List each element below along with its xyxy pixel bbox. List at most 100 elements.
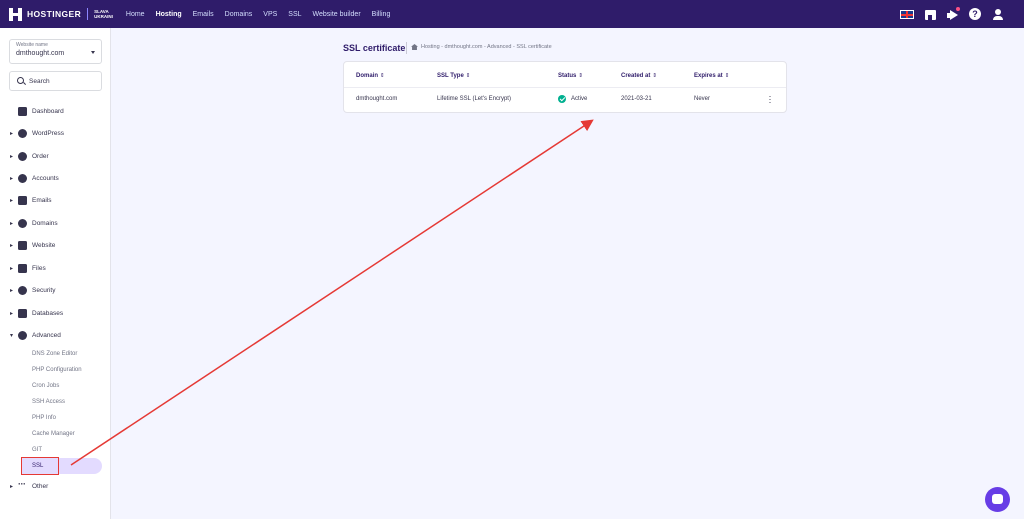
breadcrumb: Hosting - dmthought.com - Advanced - SSL… <box>411 44 552 50</box>
sidebar: Website name dmthought.com Search Dashbo… <box>0 28 111 519</box>
chevron-right-icon: ▸ <box>10 242 14 249</box>
sidebar-item-databases[interactable]: ▸ Databases <box>0 305 111 321</box>
sort-icon: ⇕ <box>465 73 471 79</box>
nav-ssl[interactable]: SSL <box>288 11 301 18</box>
chevron-right-icon: ▸ <box>10 310 14 317</box>
cell-status: Active <box>571 96 588 102</box>
cell-created-at: 2021-03-21 <box>621 96 652 102</box>
logo-divider <box>87 8 89 20</box>
gear-icon <box>18 330 27 340</box>
sort-icon: ⇕ <box>724 73 730 79</box>
chevron-right-icon: ▸ <box>10 220 14 227</box>
chevron-right-icon: ▸ <box>10 287 14 294</box>
sidebar-item-accounts[interactable]: ▸ Accounts <box>0 170 111 186</box>
column-header-domain[interactable]: Domain ⇕ <box>356 73 385 79</box>
uk-flag-icon[interactable] <box>900 9 914 19</box>
order-icon <box>18 151 27 161</box>
sidebar-item-label: Domains <box>32 219 58 227</box>
chevron-right-icon: ▸ <box>10 153 14 160</box>
nav-emails[interactable]: Emails <box>193 11 214 18</box>
cell-expires-at: Never <box>694 96 711 102</box>
store-icon[interactable] <box>925 9 936 20</box>
nav-hosting[interactable]: Hosting <box>156 11 182 18</box>
title-divider <box>406 42 407 54</box>
sidebar-item-order[interactable]: ▸ Order <box>0 148 111 164</box>
email-icon <box>18 195 27 205</box>
website-select-label: Website name <box>16 42 48 48</box>
website-select[interactable]: Website name dmthought.com <box>9 39 102 64</box>
sidebar-item-label: Accounts <box>32 174 59 182</box>
sidebar-item-label: Databases <box>32 309 64 317</box>
sidebar-item-label: Other <box>32 482 49 490</box>
sidebar-item-files[interactable]: ▸ Files <box>0 260 111 276</box>
globe-icon <box>18 218 27 228</box>
sidebar-item-label: WordPress <box>32 129 65 137</box>
sidebar-item-label: Emails <box>32 196 52 204</box>
sort-icon: ⇕ <box>652 73 657 79</box>
sidebar-item-security[interactable]: ▸ Security <box>0 282 111 298</box>
column-header-created-at[interactable]: Created at ⇕ <box>621 73 657 79</box>
notification-dot <box>956 6 960 11</box>
sidebar-item-label: Order <box>32 152 49 160</box>
sort-icon: ⇕ <box>380 73 385 79</box>
sidebar-sub-cache-manager[interactable]: Cache Manager <box>32 431 75 437</box>
sidebar-item-label: Advanced <box>32 331 61 339</box>
help-icon[interactable]: ? <box>969 8 981 20</box>
chevron-right-icon: ▸ <box>10 265 14 272</box>
sidebar-item-other[interactable]: ▸ ··· Other <box>0 478 111 494</box>
nav-website-builder[interactable]: Website builder <box>313 11 361 18</box>
sidebar-item-advanced[interactable]: ▾ Advanced <box>0 327 111 343</box>
user-icon[interactable] <box>992 8 1004 20</box>
more-dots-icon: ··· <box>18 478 26 489</box>
column-header-expires-at[interactable]: Expires at ⇕ <box>694 73 729 79</box>
nav-vps[interactable]: VPS <box>263 11 277 18</box>
sidebar-item-domains[interactable]: ▸ Domains <box>0 215 111 231</box>
sidebar-sub-ssh-access[interactable]: SSH Access <box>32 399 65 405</box>
logo-text: HOSTINGER <box>27 9 82 19</box>
nav-billing[interactable]: Billing <box>372 11 391 18</box>
nav-domains[interactable]: Domains <box>225 11 253 18</box>
chevron-right-icon: ▸ <box>10 197 14 204</box>
chevron-right-icon: ▸ <box>10 130 14 137</box>
website-select-value: dmthought.com <box>16 50 65 57</box>
sidebar-item-wordpress[interactable]: ▸ WordPress <box>0 125 111 141</box>
sidebar-sub-dns-zone-editor[interactable]: DNS Zone Editor <box>32 351 77 357</box>
logo-icon <box>9 7 22 21</box>
sidebar-item-label: Security <box>32 286 56 294</box>
sidebar-sub-php-configuration[interactable]: PHP Configuration <box>32 367 82 373</box>
chevron-down-icon: ▾ <box>10 332 14 339</box>
accounts-icon <box>18 173 27 183</box>
search-icon <box>17 77 24 84</box>
sidebar-item-label: Files <box>32 264 46 272</box>
sidebar-sub-cron-jobs[interactable]: Cron Jobs <box>32 383 59 389</box>
chevron-right-icon: ▸ <box>10 483 14 490</box>
dashboard-icon <box>18 106 27 116</box>
wordpress-icon <box>18 128 27 138</box>
sidebar-item-label: Dashboard <box>32 107 64 115</box>
table-divider <box>344 87 786 88</box>
check-circle-icon <box>558 95 566 103</box>
shield-icon <box>18 285 27 295</box>
sidebar-item-label: Website <box>32 241 56 249</box>
column-header-ssl-type[interactable]: SSL Type ⇕ <box>437 73 470 79</box>
hostinger-logo[interactable]: HOSTINGER SLAVA UKRAINI <box>9 7 113 21</box>
megaphone-icon[interactable] <box>947 6 960 20</box>
main-content: SSL certificate Hosting - dmthought.com … <box>112 28 1024 519</box>
breadcrumb-text[interactable]: Hosting - dmthought.com - Advanced - SSL… <box>421 44 552 50</box>
chat-button[interactable] <box>985 487 1010 512</box>
sidebar-search-input[interactable]: Search <box>9 71 102 91</box>
column-header-status[interactable]: Status ⇕ <box>558 73 583 79</box>
logo-tagline: SLAVA UKRAINI <box>94 9 113 19</box>
cell-domain: dmthought.com <box>356 96 398 102</box>
sidebar-item-emails[interactable]: ▸ Emails <box>0 192 111 208</box>
folder-icon <box>18 263 27 273</box>
nav-home[interactable]: Home <box>126 11 145 18</box>
sidebar-sub-git[interactable]: GIT <box>32 447 42 453</box>
chevron-right-icon: ▸ <box>10 175 14 182</box>
sidebar-sub-php-info[interactable]: PHP Info <box>32 415 56 421</box>
row-menu-icon[interactable]: · · · <box>768 92 772 107</box>
sidebar-item-website[interactable]: ▸ Website <box>0 237 111 253</box>
home-icon[interactable] <box>411 44 418 50</box>
sidebar-item-dashboard[interactable]: Dashboard <box>0 103 111 119</box>
sort-icon: ⇕ <box>578 73 583 79</box>
